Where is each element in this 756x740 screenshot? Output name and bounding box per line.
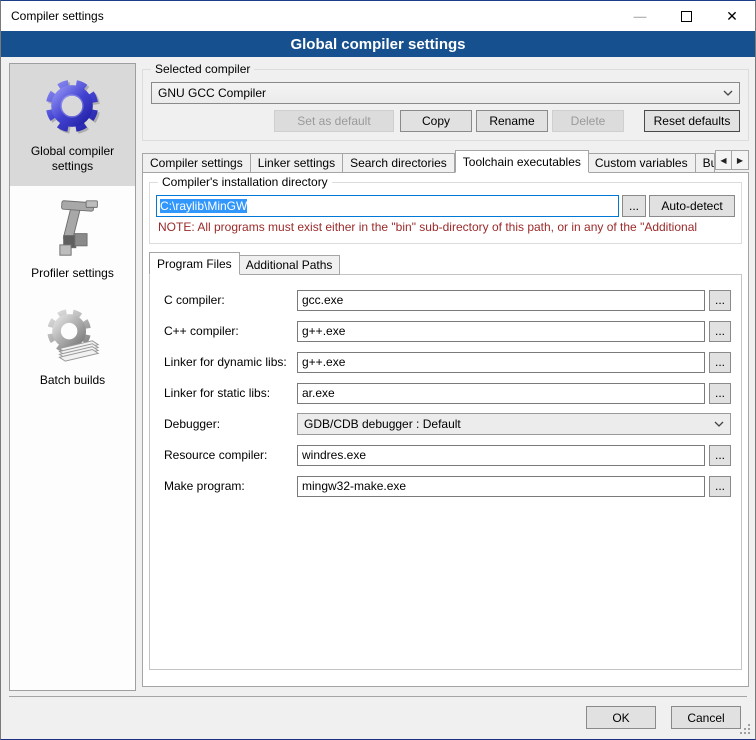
browse-c-compiler-button[interactable]: ... [709,290,731,311]
dialog-footer: OK Cancel [1,696,755,739]
resize-grip-icon[interactable] [748,732,750,734]
maximize-square-icon [681,11,692,22]
installation-directory-group: Compiler's installation directory C:\ray… [149,182,742,244]
installation-directory-row: C:\raylib\MinGW ... Auto-detect [156,195,735,217]
field-row-linker-static: Linker for static libs: ... [164,382,731,404]
main-panel: Selected compiler GNU GCC Compiler Set a… [142,63,749,687]
chevron-down-icon [723,90,733,96]
rename-button[interactable]: Rename [476,110,548,132]
subtab-additional-paths[interactable]: Additional Paths [239,255,341,275]
installation-directory-group-label: Compiler's installation directory [158,175,332,189]
settings-tabstrip: Compiler settings Linker settings Search… [142,150,749,173]
sidebar-item-label: Profiler settings [31,266,114,281]
maximize-icon[interactable] [663,1,709,31]
field-row-debugger: Debugger: GDB/CDB debugger : Default [164,413,731,435]
tab-scroll-right-icon[interactable]: ▶ [732,150,749,170]
cancel-button[interactable]: Cancel [671,706,741,729]
bin-subdirectory-note: NOTE: All programs must exist either in … [158,220,733,234]
ok-button[interactable]: OK [586,706,656,729]
browse-linker-static-button[interactable]: ... [709,383,731,404]
tab-linker-settings[interactable]: Linker settings [251,153,343,173]
selected-compiler-dropdown[interactable]: GNU GCC Compiler [151,82,740,104]
close-icon[interactable]: ✕ [709,1,755,31]
field-label: Debugger: [164,417,297,431]
program-files-tabstrip: Program Files Additional Paths [149,252,742,275]
field-label: Resource compiler: [164,448,297,462]
sidebar-item-profiler-settings[interactable]: Profiler settings [10,186,135,293]
browse-resource-compiler-button[interactable]: ... [709,445,731,466]
selected-compiler-group-label: Selected compiler [151,62,254,76]
installation-directory-input[interactable]: C:\raylib\MinGW [156,195,619,217]
installation-directory-value: C:\raylib\MinGW [160,199,247,213]
gray-gear-stack-icon [41,303,105,367]
delete-button: Delete [552,110,624,132]
window-title: Compiler settings [1,9,104,23]
linker-dynamic-input[interactable] [297,352,705,373]
auto-detect-button[interactable]: Auto-detect [649,195,735,217]
field-row-cpp-compiler: C++ compiler: ... [164,320,731,342]
field-label: Linker for dynamic libs: [164,355,297,369]
tab-custom-variables[interactable]: Custom variables [588,153,696,173]
browse-directory-button[interactable]: ... [622,195,646,217]
minimize-icon: — [617,1,663,31]
caliper-icon [41,196,105,260]
subtab-program-files[interactable]: Program Files [149,252,240,275]
selected-compiler-group: Selected compiler GNU GCC Compiler Set a… [142,69,749,141]
tab-search-directories[interactable]: Search directories [343,153,455,173]
debugger-value: GDB/CDB debugger : Default [304,417,714,431]
make-program-input[interactable] [297,476,705,497]
debugger-dropdown[interactable]: GDB/CDB debugger : Default [297,413,731,435]
sidebar-item-label: Batch builds [40,373,105,388]
blue-gear-icon [41,74,105,138]
toolchain-executables-panel: Compiler's installation directory C:\ray… [142,172,749,687]
page-title: Global compiler settings [1,31,755,57]
set-as-default-button: Set as default [274,110,394,132]
dialog-content: Global compiler settings [1,57,755,739]
chevron-down-icon [714,421,724,427]
window-controls: — ✕ [617,1,755,31]
tab-build-options[interactable]: Build [696,153,715,173]
sidebar-item-global-compiler-settings[interactable]: Global compiler settings [10,64,135,186]
sidebar-item-batch-builds[interactable]: Batch builds [10,293,135,400]
tab-scroll-buttons: ◀ ▶ [715,150,749,170]
field-label: C++ compiler: [164,324,297,338]
field-row-c-compiler: C compiler: ... [164,289,731,311]
browse-linker-dynamic-button[interactable]: ... [709,352,731,373]
field-label: Linker for static libs: [164,386,297,400]
field-label: Make program: [164,479,297,493]
resource-compiler-input[interactable] [297,445,705,466]
browse-cpp-compiler-button[interactable]: ... [709,321,731,342]
program-files-panel: C compiler: ... C++ compiler: ... Linker… [149,274,742,670]
settings-sidebar: Global compiler settings [9,63,136,691]
tab-toolchain-executables[interactable]: Toolchain executables [455,150,589,173]
tab-compiler-settings[interactable]: Compiler settings [142,153,251,173]
compiler-settings-dialog: Compiler settings — ✕ Global compiler se… [0,0,756,740]
copy-button[interactable]: Copy [400,110,472,132]
field-row-make-program: Make program: ... [164,475,731,497]
compiler-buttons-row: Set as default Copy Rename Delete Reset … [151,110,740,132]
field-label: C compiler: [164,293,297,307]
c-compiler-input[interactable] [297,290,705,311]
field-row-linker-dynamic: Linker for dynamic libs: ... [164,351,731,373]
linker-static-input[interactable] [297,383,705,404]
field-row-resource-compiler: Resource compiler: ... [164,444,731,466]
reset-defaults-button[interactable]: Reset defaults [644,110,740,132]
selected-compiler-value: GNU GCC Compiler [158,86,723,100]
tab-scroll-left-icon[interactable]: ◀ [715,150,732,170]
cpp-compiler-input[interactable] [297,321,705,342]
browse-make-program-button[interactable]: ... [709,476,731,497]
title-bar: Compiler settings — ✕ [1,1,755,31]
sidebar-item-label: Global compiler settings [14,144,131,174]
